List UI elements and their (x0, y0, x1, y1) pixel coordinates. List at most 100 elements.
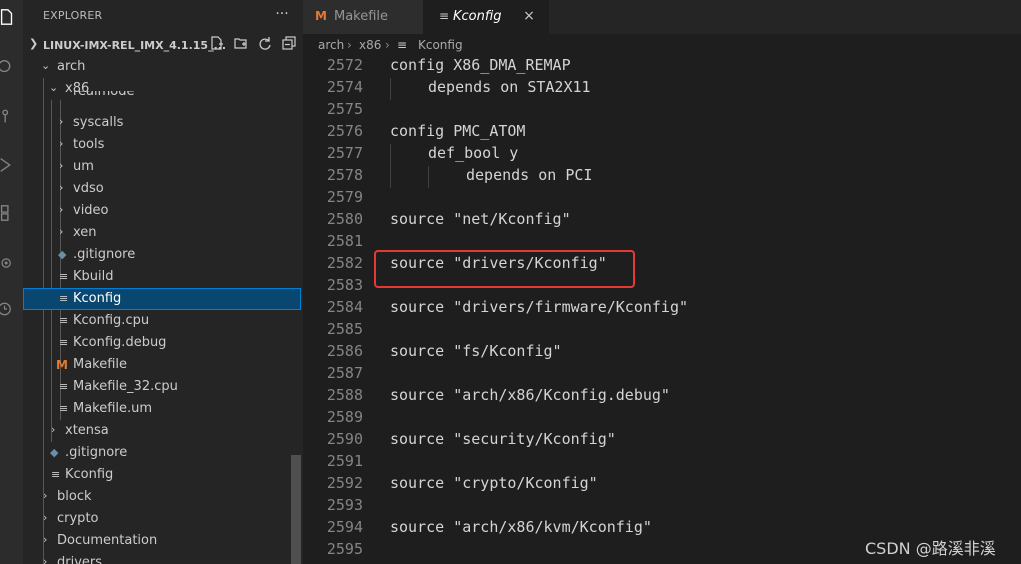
tree-item-arch-gitignore[interactable]: ◆ .gitignore (23, 442, 301, 464)
tree-item-arch[interactable]: ⌄ arch (23, 56, 301, 78)
code-line: source "crypto/Kconfig" (390, 474, 598, 492)
collapse-all-icon[interactable] (280, 36, 298, 54)
line-number: 2594 (326, 518, 363, 536)
line-number: 2577 (326, 144, 363, 162)
chevron-right-icon: › (43, 489, 48, 502)
code-line: config PMC_ATOM (390, 122, 526, 140)
workspace-root-label: LINUX-IMX-REL_IMX_4.1.15_... (43, 39, 227, 52)
more-actions-button[interactable]: ··· (271, 3, 293, 25)
breadcrumb-item[interactable]: x86 (359, 38, 381, 52)
code-line: source "net/Kconfig" (390, 210, 571, 228)
new-file-icon[interactable] (208, 36, 226, 54)
close-icon[interactable]: × (520, 7, 538, 25)
tree-item-label: Kconfig (65, 467, 114, 482)
run-debug-icon[interactable] (0, 156, 14, 174)
tree-item-label: Makefile (73, 357, 128, 372)
text-file-icon: ≡ (59, 314, 69, 327)
tree-item-kconfig-cpu[interactable]: ≡ Kconfig.cpu (23, 310, 301, 332)
tree-item-realmode[interactable]: realmode (23, 91, 301, 103)
new-folder-icon[interactable] (232, 36, 250, 54)
makefile-icon: M (315, 9, 327, 23)
tree-item-label: Kconfig.cpu (73, 313, 150, 328)
tree-item-vdso[interactable]: › vdso (23, 178, 301, 200)
refresh-icon[interactable] (256, 36, 274, 54)
workspace-root[interactable]: ❯ LINUX-IMX-REL_IMX_4.1.15_... (23, 36, 303, 56)
indent-guide (390, 144, 391, 166)
sidebar-scrollbar[interactable] (291, 455, 301, 564)
explorer-header: EXPLORER (43, 9, 103, 22)
source-control-icon[interactable] (0, 108, 14, 126)
text-file-icon: ≡ (59, 380, 69, 393)
tab-bar: M Makefile ≡ Kconfig × (303, 0, 1021, 34)
chevron-down-icon: ❯ (29, 37, 39, 50)
line-number: 2580 (326, 210, 363, 228)
tree-item-label: tools (73, 137, 105, 152)
tab-makefile[interactable]: M Makefile (303, 0, 423, 34)
code-line: source "arch/x86/kvm/Kconfig" (390, 518, 652, 536)
tree-item-xtensa[interactable]: › xtensa (23, 420, 301, 442)
git-file-icon: ◆ (50, 446, 59, 459)
chevron-right-icon: › (51, 423, 56, 436)
chevron-down-icon: ⌄ (41, 59, 51, 72)
chevron-right-icon: › (59, 137, 64, 150)
code-line: depends on STA2X11 (428, 78, 591, 96)
tree-item-gitignore[interactable]: ◆ .gitignore (23, 244, 301, 266)
tree-item-label: um (73, 159, 94, 174)
code-editor[interactable]: 2572 config X86_DMA_REMAP 2574 depends on S… (303, 56, 1021, 564)
line-number: 2578 (326, 166, 363, 184)
line-number: 2592 (326, 474, 363, 492)
line-number: 2572 (326, 56, 363, 74)
tree-item-kconfig-debug[interactable]: ≡ Kconfig.debug (23, 332, 301, 354)
timeline-icon[interactable] (0, 300, 14, 318)
tree-item-label: realmode (73, 91, 135, 99)
search-icon[interactable] (0, 58, 14, 76)
chevron-right-icon: › (385, 38, 390, 52)
chevron-right-icon: › (43, 511, 48, 524)
tree-item-syscalls[interactable]: › syscalls (23, 112, 301, 134)
chevron-right-icon: › (59, 115, 64, 128)
explorer-icon[interactable] (0, 8, 14, 26)
chevron-right-icon: › (347, 38, 352, 52)
tree-item-video[interactable]: › video (23, 200, 301, 222)
tree-item-makefile[interactable]: M Makefile (23, 354, 301, 376)
tree-item-crypto[interactable]: › crypto (23, 508, 301, 530)
extensions-icon[interactable] (0, 204, 14, 222)
tree-item-block[interactable]: › block (23, 486, 301, 508)
tab-label: Kconfig (453, 9, 502, 24)
explorer-sidebar: EXPLORER ··· ❯ LINUX-IMX-REL_IMX_4.1.15_… (23, 0, 303, 564)
tree-item-arch-kconfig[interactable]: ≡ Kconfig (23, 464, 301, 486)
tree-item-kbuild[interactable]: ≡ Kbuild (23, 266, 301, 288)
tree-item-makefile-32-cpu[interactable]: ≡ Makefile_32.cpu (23, 376, 301, 398)
breadcrumb-item[interactable]: arch (318, 38, 344, 52)
indent-guide (390, 78, 391, 100)
watermark: CSDN @路溪非溪 (865, 539, 996, 558)
indent-guide (428, 166, 429, 188)
line-number: 2589 (326, 408, 363, 426)
tree-item-documentation[interactable]: › Documentation (23, 530, 301, 552)
tree-item-drivers[interactable]: › drivers (23, 552, 301, 564)
tree-item-label: syscalls (73, 115, 124, 130)
remote-icon[interactable] (0, 254, 14, 272)
line-number: 2584 (326, 298, 363, 316)
tree-item-um[interactable]: › um (23, 156, 301, 178)
text-file-icon: ≡ (439, 9, 450, 23)
text-file-icon: ≡ (59, 292, 69, 305)
tree-item-label: Makefile_32.cpu (73, 379, 178, 394)
tree-item-label: crypto (57, 511, 99, 526)
chevron-right-icon: › (59, 159, 64, 172)
line-number: 2590 (326, 430, 363, 448)
line-number: 2586 (326, 342, 363, 360)
tree-item-xen[interactable]: › xen (23, 222, 301, 244)
line-number: 2579 (326, 188, 363, 206)
code-line: source "security/Kconfig" (390, 430, 616, 448)
line-number: 2582 (326, 254, 363, 272)
breadcrumb-item[interactable]: Kconfig (418, 38, 463, 52)
tab-kconfig[interactable]: ≡ Kconfig × (423, 0, 549, 34)
tree-item-kconfig-selected[interactable]: ≡ Kconfig (23, 288, 301, 310)
tree-item-label: .gitignore (73, 247, 136, 262)
line-number: 2574 (326, 78, 363, 96)
tree-item-makefile-um[interactable]: ≡ Makefile.um (23, 398, 301, 420)
tree-item-tools[interactable]: › tools (23, 134, 301, 156)
code-line: source "drivers/firmware/Kconfig" (390, 298, 689, 316)
line-number: 2591 (326, 452, 363, 470)
